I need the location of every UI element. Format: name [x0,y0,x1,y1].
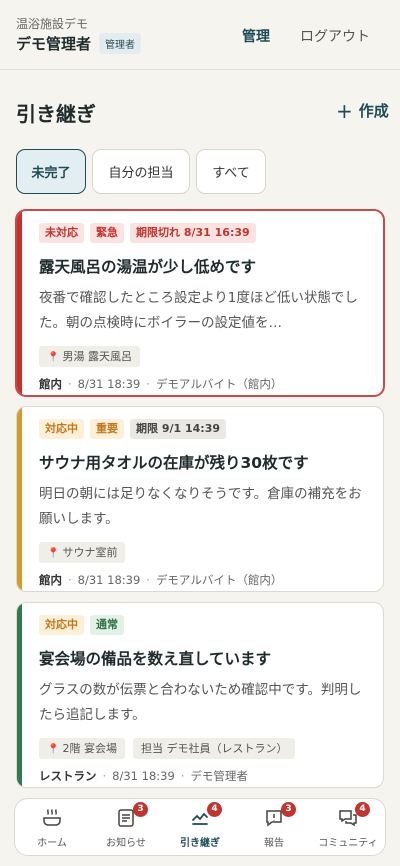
nav-label: お知らせ [106,838,146,849]
card-datetime: 8/31 18:39 [77,573,141,587]
create-button[interactable]: + 作成 [336,100,389,121]
location-tag: 📍 男湯 露天風呂 [39,346,140,367]
filter-incomplete[interactable]: 未完了 [16,149,86,194]
status-badge: 対応中 [39,419,84,439]
card-body: 夜番で確認したところ設定より1度ほど低い状態でした。朝の点検時にボイラーの設定値… [39,290,358,331]
priority-badge: 通常 [90,615,124,635]
notification-count: 4 [355,802,370,817]
card-title: 露天風呂の湯温が少し低めです [39,258,257,276]
card-body: 明日の朝には足りなくなりそうです。倉庫の補充をお願いします。 [39,486,362,527]
create-label: 作成 [358,102,389,120]
handover-card[interactable]: 対応中 通常 宴会場の備品を数え直しています グラスの数が伝票と合わないため確認… [16,602,384,788]
user-name: デモ管理者 [16,35,92,53]
priority-stripe [17,407,22,591]
notification-count: 3 [281,802,296,817]
priority-badge: 緊急 [90,223,124,243]
logout-link[interactable]: ログアウト [300,26,370,46]
card-dept: 館内 [39,377,62,391]
status-badge: 対応中 [39,615,84,635]
location-tag: 📍 2階 宴会場 [39,738,125,759]
assignee-tag: 担当 デモ社員（レストラン） [132,738,296,759]
nav-label: 引き継ぎ [180,838,220,849]
priority-badge: 重要 [90,419,124,439]
card-meta: レストラン · 8/31 18:39 · デモ管理者 [39,769,248,783]
filter-tabs: 未完了 自分の担当 すべて [16,149,266,194]
nav-notices[interactable]: 3 お知らせ [89,799,163,855]
priority-stripe [17,603,22,787]
nav-community[interactable]: 4 コミュニティ [311,799,385,855]
pin-icon: 📍 [47,744,60,755]
role-badge: 管理者 [99,33,142,54]
pin-icon: 📍 [47,548,60,559]
filter-mine[interactable]: 自分の担当 [92,149,190,194]
card-author: デモアルバイト（館内） [155,573,283,587]
card-title: 宴会場の備品を数え直しています [39,650,272,668]
card-body: グラスの数が伝票と合わないため確認中です。判明したら追記します。 [39,682,362,723]
page-title: 引き継ぎ [16,102,96,126]
card-author: デモ管理者 [190,769,248,783]
pin-icon: 📍 [47,352,60,363]
bottom-nav: ホーム 3 お知らせ 4 引き継ぎ 3 報告 4 コミュニティ [14,798,386,856]
app-header: 温浴施設デモ デモ管理者 管理者 管理 ログアウト [0,0,400,70]
card-dept: レストラン [39,769,97,783]
nav-label: ホーム [37,838,67,849]
deadline-badge: 期限切れ 8/31 16:39 [130,223,256,243]
filter-all[interactable]: すべて [196,149,266,194]
nav-handover[interactable]: 4 引き継ぎ [163,799,237,855]
handover-card[interactable]: 対応中 重要 期限 9/1 14:39 サウナ用タオルの在庫が残り30枚です 明… [16,406,384,592]
card-datetime: 8/31 18:39 [77,377,141,391]
user-info: デモ管理者 管理者 [16,33,142,54]
card-meta: 館内 · 8/31 18:39 · デモアルバイト（館内） [39,377,283,391]
nav-report[interactable]: 3 報告 [237,799,311,855]
bath-icon [41,807,63,829]
notification-count: 3 [133,802,148,817]
card-meta: 館内 · 8/31 18:39 · デモアルバイト（館内） [39,573,283,587]
status-badge: 未対応 [39,223,84,243]
card-author: デモアルバイト（館内） [155,377,283,391]
notification-count: 4 [207,802,222,817]
nav-label: コミュニティ [318,838,378,849]
deadline-badge: 期限 9/1 14:39 [130,419,226,439]
card-dept: 館内 [39,573,62,587]
handover-card[interactable]: 未対応 緊急 期限切れ 8/31 16:39 露天風呂の湯温が少し低めです 夜番… [16,210,384,396]
nav-home[interactable]: ホーム [15,799,89,855]
admin-link[interactable]: 管理 [242,26,270,46]
card-title: サウナ用タオルの在庫が残り30枚です [39,454,309,472]
facility-name: 温浴施設デモ [16,17,89,31]
priority-stripe [17,211,22,395]
nav-label: 報告 [264,838,284,849]
plus-icon: + [336,98,353,123]
card-datetime: 8/31 18:39 [112,769,175,783]
location-tag: 📍 サウナ室前 [39,542,126,563]
